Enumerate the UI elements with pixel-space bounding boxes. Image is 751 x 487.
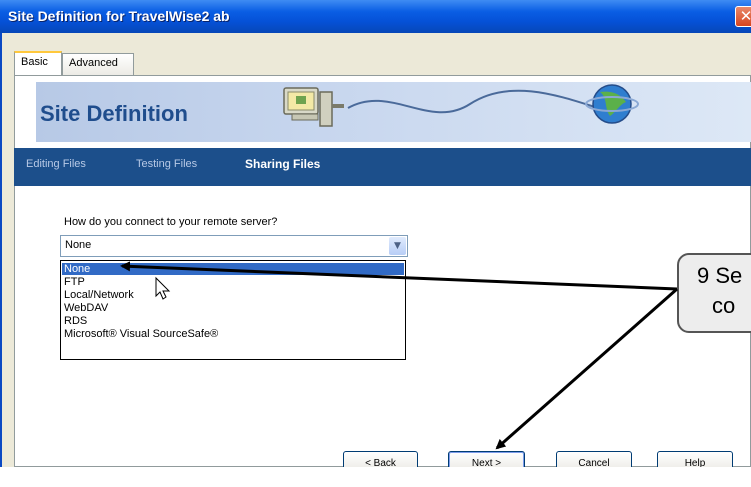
screenshot: Site Definition for TravelWise2 ab ✕ Bas… — [0, 0, 751, 487]
arrow-to-none-option — [120, 261, 678, 291]
mouse-pointer-icon — [155, 276, 171, 300]
arrow-to-next-button — [495, 287, 678, 450]
callout-arrows — [120, 261, 678, 450]
